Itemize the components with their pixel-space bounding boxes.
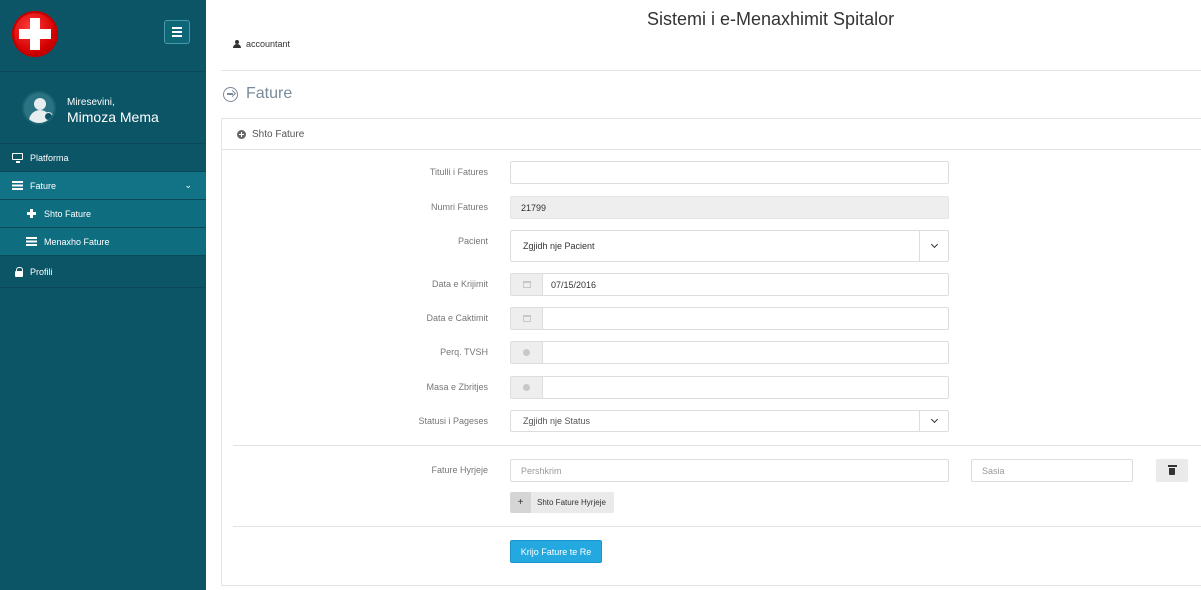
trash-icon: [1167, 465, 1177, 475]
entry-quantity-input[interactable]: Sasia: [971, 459, 1133, 482]
invoice-number-label: Numri Fatures: [430, 202, 488, 212]
hospital-cross-logo: [12, 11, 58, 57]
invoice-number-field: 21799: [510, 196, 949, 219]
invoice-entry-label: Fature Hyrjeje: [431, 465, 488, 475]
invoice-title-input[interactable]: [510, 161, 949, 184]
page-title-text: Fature: [246, 85, 293, 102]
sidebar-profile: Miresevini, Mimoza Mema: [0, 72, 206, 144]
panel-title: Shto Fature: [252, 128, 305, 140]
patient-label: Pacient: [457, 236, 488, 246]
info-badge-icon: [44, 112, 53, 121]
sidebar-item-menaxho-fature[interactable]: Menaxho Fature: [0, 228, 206, 256]
payment-status-label: Statusi i Pageses: [418, 416, 488, 426]
patient-select-value: Zgjidh nje Pacient: [523, 241, 595, 251]
form-divider: [233, 445, 1201, 446]
page-title: Fature: [223, 85, 292, 103]
calendar-icon: [522, 315, 531, 322]
creation-date-label: Data e Krijimit: [431, 279, 488, 289]
sidebar-item-shto-fature[interactable]: Shto Fature: [0, 200, 206, 228]
calendar-icon: [522, 281, 531, 288]
plus-icon: +: [510, 492, 531, 513]
hamburger-icon: [172, 27, 182, 29]
greeting-text: Miresevini,: [67, 97, 115, 108]
percent-icon: [523, 349, 530, 356]
plus-icon: [26, 209, 37, 218]
sidebar-item-platforma[interactable]: Platforma: [0, 144, 206, 172]
list-icon: [12, 181, 23, 190]
percent-icon: [523, 384, 530, 391]
add-entry-button[interactable]: + Shto Fature Hyrjeje: [510, 492, 614, 513]
chevron-down-icon: [930, 415, 938, 424]
header-divider: [221, 70, 1201, 71]
delete-entry-button[interactable]: [1156, 459, 1188, 482]
due-date-label: Data e Caktimit: [426, 313, 488, 323]
sidebar-item-label: Profili: [30, 266, 53, 277]
sidebar-toggle-button[interactable]: [164, 20, 190, 44]
sidebar-item-label: Menaxho Fature: [44, 236, 110, 247]
user-name: Mimoza Mema: [67, 109, 159, 125]
sidebar-item-label: Shto Fature: [44, 208, 92, 219]
circle-arrow-right-icon: [223, 86, 238, 102]
list-icon: [26, 237, 37, 246]
circle-plus-icon: [237, 129, 246, 139]
sidebar-item-label: Fature: [30, 180, 57, 191]
create-invoice-button[interactable]: Krijo Fature te Re: [510, 540, 602, 563]
user-icon: [232, 39, 241, 49]
chevron-down-icon: [930, 240, 938, 249]
current-user-link[interactable]: accountant: [232, 39, 290, 49]
sidebar-item-profili[interactable]: Profili: [0, 256, 206, 288]
payment-status-value: Zgjidh nje Status: [523, 416, 591, 426]
form-divider: [233, 526, 1201, 527]
sidebar: Miresevini, Mimoza Mema Platforma Fature…: [0, 0, 206, 590]
payment-status-select[interactable]: Zgjidh nje Status: [510, 410, 949, 432]
chevron-down-icon: ⌄: [184, 180, 192, 190]
desktop-icon: [12, 153, 23, 163]
vat-input[interactable]: [510, 341, 949, 364]
app-title: Sistemi i e-Menaxhimit Spitalor: [647, 9, 895, 29]
current-user-name: accountant: [246, 39, 291, 49]
discount-input[interactable]: [510, 376, 949, 399]
creation-date-value: 07/15/2016: [551, 279, 597, 290]
sidebar-header: [0, 0, 206, 72]
avatar: [22, 91, 56, 125]
sidebar-item-fature[interactable]: Fature ⌄: [0, 172, 206, 200]
panel-header: Shto Fature: [222, 119, 1201, 150]
entry-description-input[interactable]: Pershkrim: [510, 459, 949, 482]
sidebar-item-label: Platforma: [30, 152, 69, 163]
invoice-title-label: Titulli i Fatures: [429, 167, 488, 177]
creation-date-input[interactable]: 07/15/2016: [510, 273, 949, 296]
lock-icon: [14, 267, 25, 277]
patient-select[interactable]: Zgjidh nje Pacient: [510, 230, 949, 262]
vat-label: Perq. TVSH: [440, 347, 488, 357]
discount-label: Masa e Zbritjes: [426, 382, 488, 392]
due-date-input[interactable]: [510, 307, 949, 330]
add-entry-label: Shto Fature Hyrjeje: [531, 492, 614, 513]
